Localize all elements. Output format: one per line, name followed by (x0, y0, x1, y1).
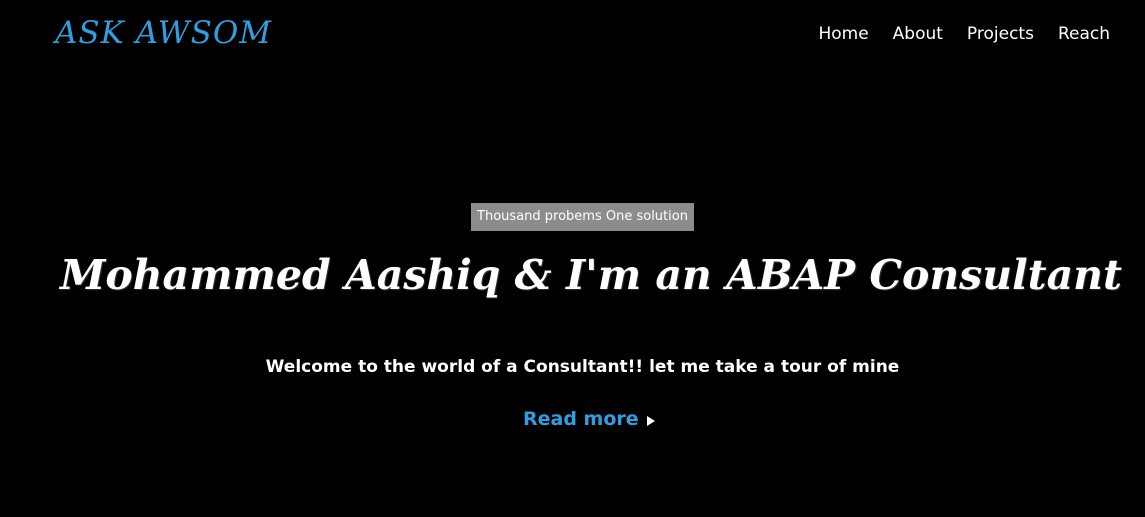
nav-projects-link[interactable]: Projects (967, 22, 1034, 46)
site-header: ASK AWSOM Home About Projects Reach (0, 0, 1145, 70)
play-icon (646, 415, 655, 426)
read-more-button[interactable]: Read more (523, 404, 655, 434)
read-more-label: Read more (523, 408, 639, 430)
brand-logo-link[interactable]: ASK AWSOM (55, 13, 272, 53)
welcome-text: Welcome to the world of a Consultant!! l… (265, 357, 900, 377)
tagline-badge: Thousand probems One solution (471, 203, 694, 231)
nav-home-link[interactable]: Home (818, 22, 868, 46)
main-nav: Home About Projects Reach (818, 22, 1110, 46)
nav-about-link[interactable]: About (893, 22, 943, 46)
nav-reach-link[interactable]: Reach (1058, 22, 1110, 46)
hero-headline: Mohammed Aashiq & I'm an ABAP Consultant (60, 251, 1122, 299)
